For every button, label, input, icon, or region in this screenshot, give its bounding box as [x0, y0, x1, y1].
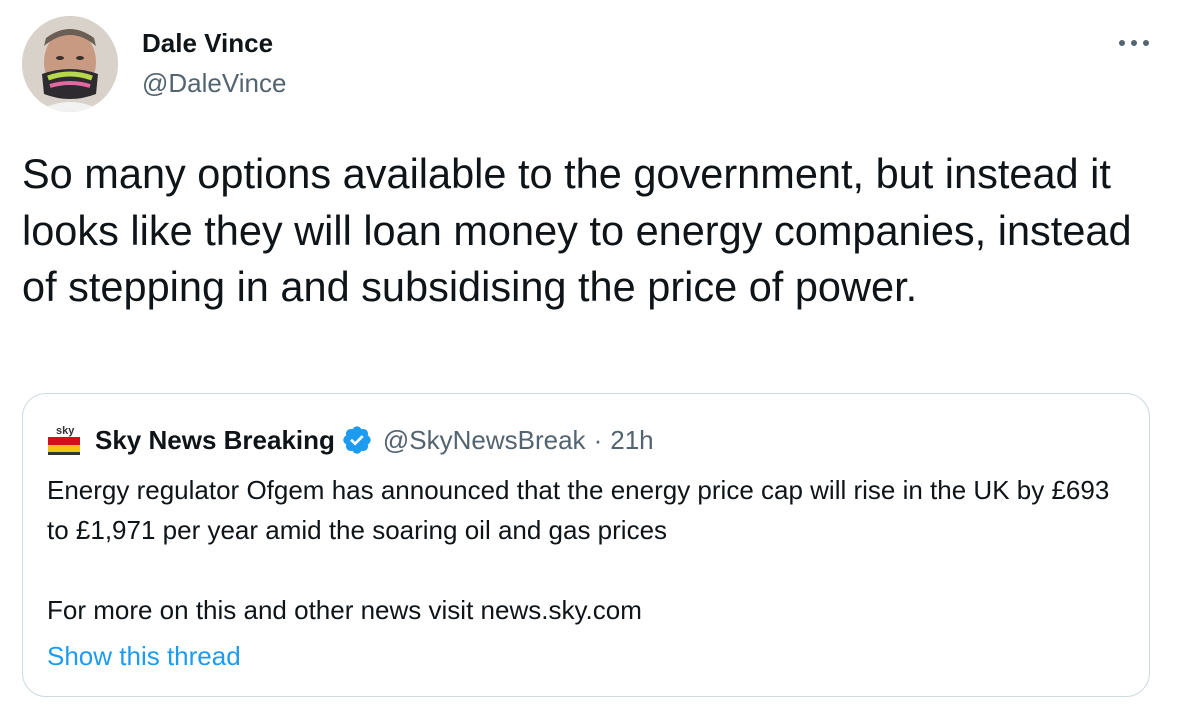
quoted-author-name[interactable]: Sky News Breaking [95, 424, 335, 456]
sky-news-logo[interactable]: sky [44, 422, 84, 462]
quoted-tweet-text-more: For more on this and other news visit ne… [47, 595, 642, 625]
author-name[interactable]: Dale Vince [142, 28, 273, 58]
quoted-tweet-time[interactable]: 21h [610, 424, 653, 456]
quoted-author-handle[interactable]: @SkyNewsBreak [383, 424, 586, 456]
show-thread-link[interactable]: Show this thread [47, 638, 241, 674]
tweet-text: So many options available to the governm… [22, 150, 1132, 310]
quoted-tweet-header: Sky News Breaking @SkyNewsBreak · 21h [95, 424, 654, 456]
quoted-tweet-card[interactable]: sky Sky News Breaking @SkyNewsBreak · 21… [22, 393, 1150, 697]
verified-badge-icon [341, 424, 373, 456]
author-avatar[interactable] [22, 16, 118, 112]
more-options-icon[interactable] [1114, 28, 1154, 58]
author-handle[interactable]: @DaleVince [142, 68, 286, 98]
sky-logo-text: sky [56, 425, 75, 437]
quoted-tweet-text: Energy regulator Ofgem has announced tha… [47, 475, 1110, 545]
separator-dot: · [593, 425, 603, 455]
